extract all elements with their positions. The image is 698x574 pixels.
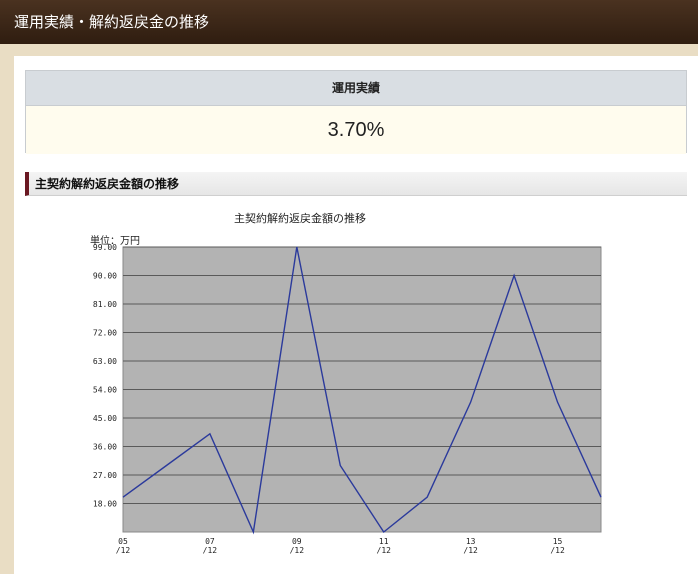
x-tick-label: 11 — [379, 537, 389, 546]
y-tick-label: 63.00 — [93, 357, 117, 366]
y-tick-label: 36.00 — [93, 443, 117, 452]
page-header: 運用実績・解約返戻金の推移 — [0, 0, 698, 44]
y-tick-label: 54.00 — [93, 386, 117, 395]
y-tick-label: 81.00 — [93, 300, 117, 309]
x-tick-label-suffix: /12 — [463, 546, 478, 555]
refund-line-chart: 18.00 27.00 36.00 45.00 54.00 63.00 72.00 81.00… — [93, 243, 602, 555]
y-tick-label: 45.00 — [93, 414, 117, 423]
y-tick-label: 90.00 — [93, 272, 117, 281]
x-tick-label: 07 — [205, 537, 215, 546]
x-tick-label-suffix: /12 — [377, 546, 392, 555]
y-tick-label: 72.00 — [93, 329, 117, 338]
x-tick-label-suffix: /12 — [550, 546, 565, 555]
content-panel: 運用実績 3.70% 主契約解約返戻金額の推移 主契約解約返戻金額の推移 単位：… — [14, 56, 698, 574]
x-tick-label-suffix: /12 — [290, 546, 305, 555]
x-tick-label: 05 — [118, 537, 128, 546]
y-tick-label: 18.00 — [93, 500, 117, 509]
x-tick-label: 09 — [292, 537, 302, 546]
y-tick-label: 27.00 — [93, 471, 117, 480]
x-tick-label: 15 — [553, 537, 563, 546]
y-tick-label: 99.00 — [93, 243, 117, 252]
x-tick-label: 13 — [466, 537, 476, 546]
page-title: 運用実績・解約返戻金の推移 — [14, 13, 210, 31]
x-tick-label-suffix: /12 — [116, 546, 131, 555]
x-tick-label-suffix: /12 — [203, 546, 218, 555]
